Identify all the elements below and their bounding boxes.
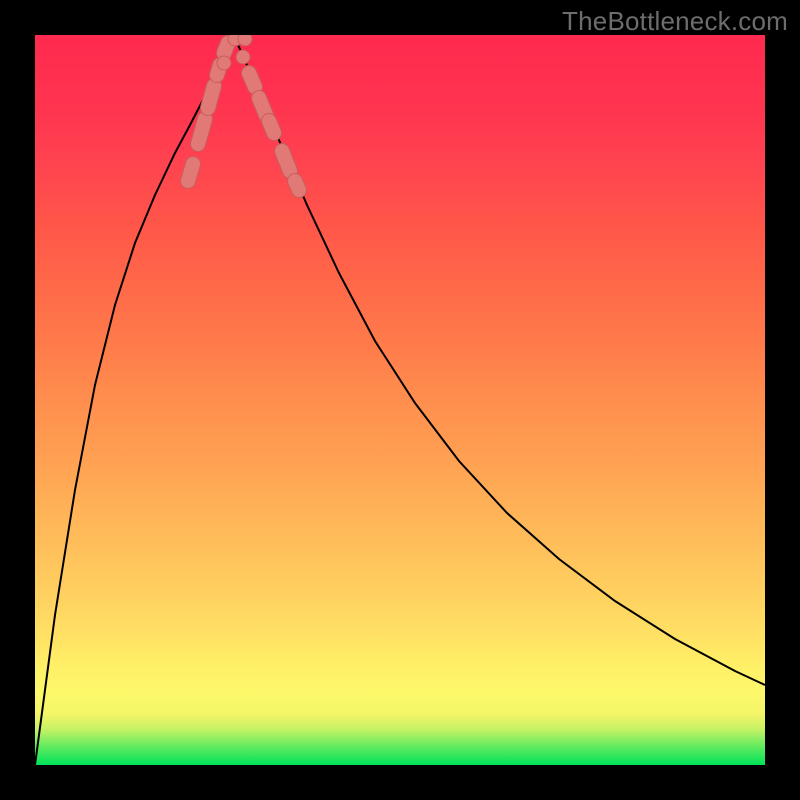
valley-markers bbox=[188, 35, 299, 190]
marker-dot bbox=[228, 35, 242, 46]
marker-capsule bbox=[198, 119, 205, 144]
marker-capsule bbox=[217, 65, 220, 75]
chart-svg bbox=[35, 35, 765, 765]
marker-capsule bbox=[269, 121, 274, 133]
marker-capsule bbox=[282, 151, 290, 171]
marker-dot bbox=[238, 35, 252, 46]
plot-area bbox=[35, 35, 765, 765]
curve-right-branch bbox=[233, 35, 765, 685]
marker-capsule bbox=[198, 119, 205, 144]
marker-capsule bbox=[269, 121, 274, 133]
marker-dot bbox=[236, 50, 250, 64]
marker-capsule bbox=[282, 151, 290, 171]
marker-capsule bbox=[188, 164, 193, 181]
marker-capsule bbox=[295, 181, 299, 190]
marker-capsule bbox=[259, 98, 266, 115]
curve-left-branch bbox=[35, 35, 233, 765]
watermark-text: TheBottleneck.com bbox=[562, 6, 788, 37]
marker-capsule bbox=[249, 73, 255, 87]
outer-frame: TheBottleneck.com bbox=[0, 0, 800, 800]
marker-capsule bbox=[208, 86, 214, 108]
bottleneck-curve bbox=[35, 35, 765, 765]
marker-capsule bbox=[249, 73, 255, 87]
marker-capsule bbox=[208, 86, 214, 108]
marker-capsule bbox=[217, 65, 220, 75]
marker-capsule bbox=[188, 164, 193, 181]
marker-dot bbox=[217, 56, 231, 70]
marker-capsule bbox=[224, 43, 228, 53]
marker-capsule bbox=[224, 43, 228, 53]
marker-capsule bbox=[259, 98, 266, 115]
marker-capsule bbox=[295, 181, 299, 190]
